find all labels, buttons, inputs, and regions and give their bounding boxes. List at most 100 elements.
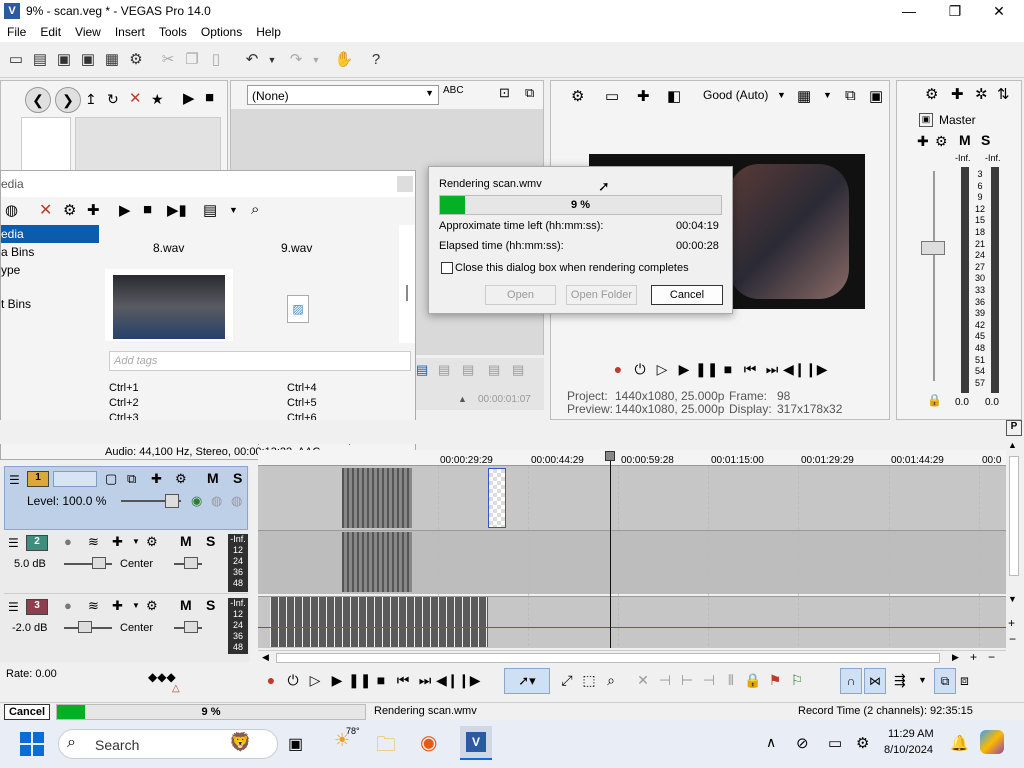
marker-icon[interactable]: ⚑ (764, 672, 786, 689)
loop-icon[interactable]: ⏻ (629, 361, 651, 378)
track-mute-button[interactable]: M (207, 470, 219, 486)
shortcut-label[interactable]: Ctrl+1 (109, 381, 287, 396)
go-to-end-icon[interactable]: ⏭ (761, 361, 783, 378)
media-tree-item-selected[interactable]: edia (1, 225, 99, 243)
track-gear-icon[interactable]: ⚙ (175, 471, 187, 487)
image-file-icon[interactable]: ▨ (287, 295, 309, 323)
previous-frame-icon[interactable]: ◀❙ (436, 672, 459, 689)
grid-overlay-icon[interactable]: ▦ (797, 87, 811, 105)
media-tree-item-type[interactable]: ype (1, 261, 99, 279)
trimmer-option-icon[interactable]: ▤ (438, 362, 450, 378)
shortcut-label[interactable]: Ctrl+5 (287, 397, 317, 409)
redo-dropdown-icon[interactable]: ▼ (306, 50, 326, 70)
arm-record-icon[interactable]: ● (64, 598, 72, 613)
minimize-button[interactable]: — (886, 0, 932, 22)
trim-start-icon[interactable]: ⊢ (676, 672, 698, 689)
menu-view[interactable]: View (68, 22, 108, 39)
rate-slider-icon[interactable]: ◆◆◆ (148, 670, 176, 684)
close-dialog-checkbox[interactable] (441, 262, 453, 274)
copilot-icon[interactable] (980, 730, 1004, 754)
pause-icon[interactable]: ❚❚ (695, 361, 718, 378)
vegas-taskbar-button[interactable]: V (460, 726, 492, 760)
track-fx-icon[interactable]: ✚ (112, 598, 123, 614)
external-monitor-icon[interactable]: ▭ (605, 87, 619, 105)
track-volume-handle[interactable] (78, 621, 92, 633)
video-event[interactable] (342, 468, 412, 528)
track-gear-icon[interactable]: ⚙ (146, 534, 158, 550)
trimmer-view-icon[interactable]: ▤ (416, 362, 428, 378)
master-solo-button[interactable]: S (981, 132, 990, 148)
go-to-start-icon[interactable]: ⏮ (392, 672, 414, 689)
scroll-right-icon[interactable]: ▶ (952, 652, 959, 663)
media-scrollbar[interactable] (399, 225, 415, 343)
track-fx-dropdown-icon[interactable]: ▼ (132, 537, 140, 546)
snapping-icon[interactable]: ∩ (840, 668, 862, 694)
vscroll-thumb[interactable] (1009, 456, 1019, 576)
track-1-header[interactable]: ☰ 1 ▢ ⧉ ✚ ⚙ M S Level: 100.0 % ◉ ◍ ◍ (4, 466, 248, 530)
track-collapse-icon[interactable]: ☰ (8, 600, 19, 614)
master-gear-icon[interactable]: ⚙ (925, 85, 938, 103)
stop-icon[interactable]: ■ (205, 89, 214, 106)
task-view-icon[interactable]: ▣ (288, 734, 303, 754)
pause-icon[interactable]: ❚❚ (348, 672, 371, 689)
cancel-render-button[interactable]: Cancel (651, 285, 723, 305)
trimmer-option-icon[interactable]: ▤ (462, 362, 474, 378)
track-pan-handle[interactable] (184, 557, 198, 569)
media-stop-icon[interactable]: ■ (143, 201, 152, 218)
zoom-out-horizontal-icon[interactable]: − (988, 650, 995, 664)
track-collapse-icon[interactable]: ☰ (9, 473, 20, 487)
playhead-handle[interactable] (605, 451, 615, 461)
auto-crossfade-icon[interactable]: ⋈ (864, 668, 886, 694)
media-play-icon[interactable]: ▶ (119, 201, 131, 219)
scroll-up-icon[interactable]: ▲ (1008, 440, 1017, 450)
zoom-out-vertical-icon[interactable]: − (1009, 632, 1016, 646)
invert-phase-icon[interactable]: ≋ (88, 534, 99, 550)
preview-settings-gear-icon[interactable]: ⚙ (571, 87, 584, 105)
track-level-handle[interactable] (165, 494, 179, 508)
undo-icon[interactable]: ↶ (242, 50, 262, 70)
snap-p-icon[interactable]: P (1006, 420, 1022, 436)
stop-icon[interactable]: ■ (717, 361, 739, 377)
envelope-tool-icon[interactable]: ⤢ (556, 672, 578, 689)
loop-icon[interactable]: ⏻ (282, 672, 304, 689)
audio-event[interactable] (342, 532, 412, 592)
media-properties-icon[interactable]: ⚙ (63, 201, 76, 219)
scroll-down-icon[interactable]: ▼ (1008, 594, 1017, 604)
track-fx-dropdown-icon[interactable]: ▼ (132, 601, 140, 610)
play-from-start-icon[interactable]: ▷ (304, 672, 326, 689)
media-file-name[interactable]: 8.wav (153, 241, 184, 255)
audio-event-3[interactable] (270, 597, 488, 647)
timeline-vscroll[interactable]: ▲ ▼ + − (1006, 438, 1022, 662)
hscroll-thumb[interactable] (276, 653, 940, 663)
track-solo-button[interactable]: S (206, 533, 215, 549)
zoom-tool-icon[interactable]: ⌕ (600, 672, 622, 689)
favorites-icon[interactable]: ★ (151, 91, 164, 108)
media-autopreview-icon[interactable]: ▶▮ (167, 201, 187, 219)
master-mute-button[interactable]: M (959, 132, 971, 148)
preview-auto-icon[interactable]: ◧ (667, 87, 681, 105)
media-close-button[interactable] (397, 176, 413, 192)
master-gear-small-icon[interactable]: ⚙ (935, 133, 948, 150)
track-fx-icon[interactable]: ✚ (112, 534, 123, 550)
master-adjust-icon[interactable]: ⇅ (997, 85, 1010, 103)
media-tree-item-smart-bins[interactable]: t Bins (1, 279, 99, 313)
new-project-icon[interactable]: ▭ (6, 50, 26, 70)
shortcut-label[interactable]: Ctrl+2 (109, 396, 287, 411)
media-file-name[interactable]: 9.wav (281, 241, 312, 255)
properties-gear-icon[interactable]: ⚙ (126, 50, 146, 70)
track-motion-icon[interactable]: ▢ (105, 471, 117, 487)
media-scrollbar-thumb[interactable] (406, 285, 408, 301)
image-event[interactable] (488, 468, 506, 528)
add-tags-input[interactable]: Add tags (109, 351, 411, 371)
go-to-start-icon[interactable]: ⏮ (739, 361, 761, 378)
timeline-hscroll[interactable]: ◀ ▶ + − (258, 650, 1006, 664)
copy-snapshot-icon[interactable]: ⧉ (845, 87, 856, 104)
tool-icon[interactable]: ✋ (334, 50, 354, 70)
copy-frame-icon[interactable]: ⧉ (525, 85, 534, 101)
back-icon[interactable]: ❮ (25, 87, 51, 113)
track-solo-button[interactable]: S (206, 597, 215, 613)
track-2-header[interactable]: ☰ 2 ● ≋ ✚ ▼ ⚙ M S 5.0 dB Center -Inf. 12 2… (4, 532, 248, 594)
ignore-grouping-icon[interactable]: ⧈ (960, 672, 969, 689)
master-fader-handle[interactable] (921, 241, 945, 255)
zoom-in-vertical-icon[interactable]: + (1008, 616, 1015, 630)
